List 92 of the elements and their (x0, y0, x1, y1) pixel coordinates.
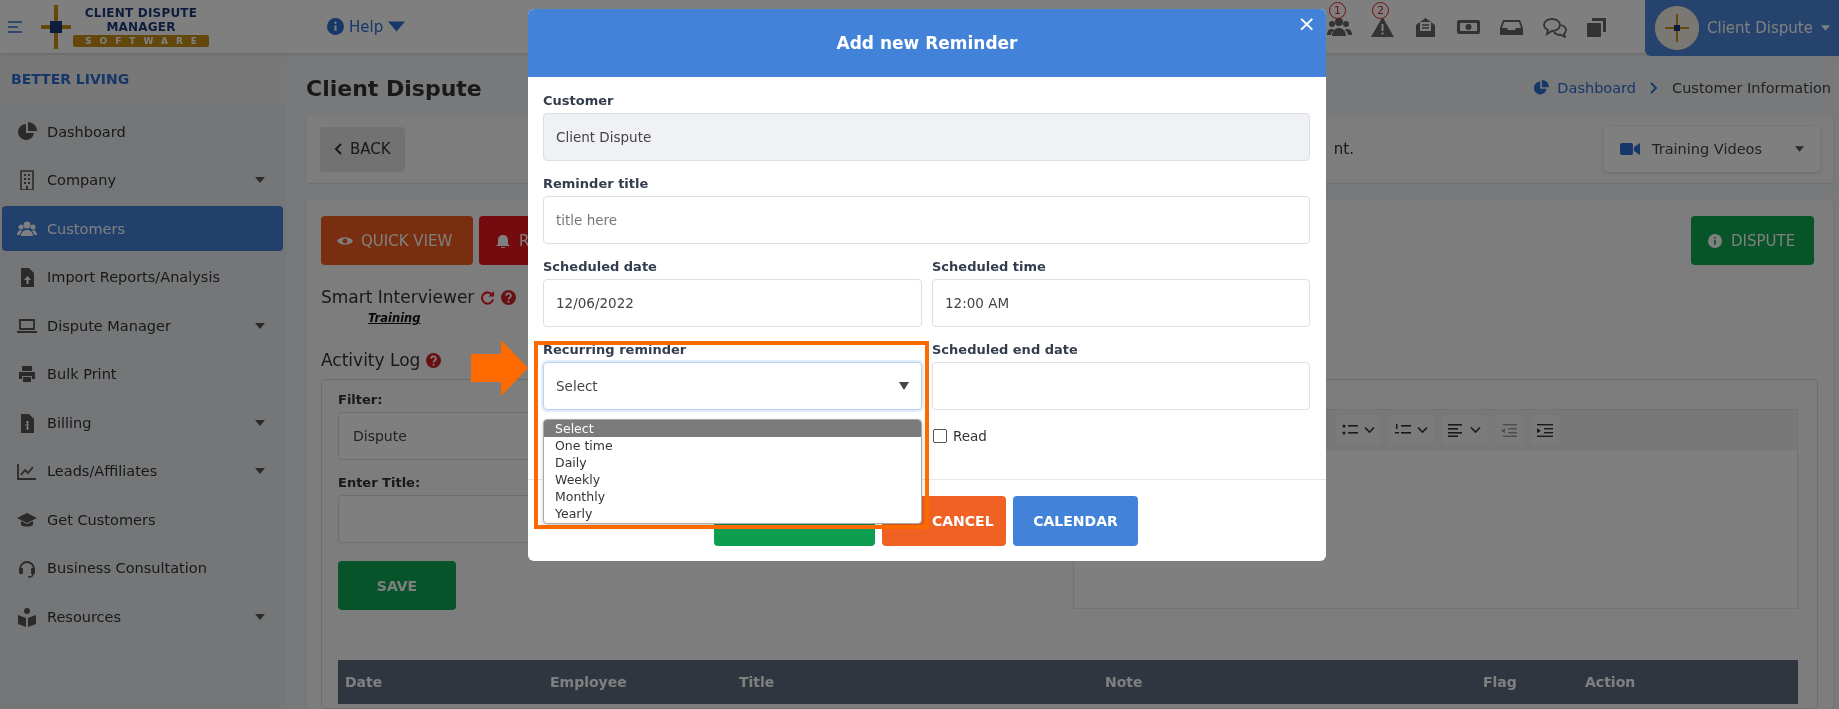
field-label: Scheduled time (932, 259, 1047, 274)
time-field[interactable]: 12:00 AM (932, 279, 1310, 327)
menu-icon[interactable] (8, 19, 22, 34)
notification-badge: 1 (1329, 1, 1346, 19)
user-menu[interactable]: Client Dispute (1645, 0, 1839, 56)
recurring-select[interactable]: Select (543, 362, 922, 410)
field-label: Filter: (338, 392, 383, 407)
pie-chart-icon (1533, 80, 1550, 97)
logo-text: CLIENT DISPUTE (84, 6, 198, 20)
end-date-field[interactable] (932, 362, 1310, 410)
book-reader-icon (17, 606, 37, 627)
chat-icon[interactable] (1542, 15, 1567, 38)
logo-band: SOFTWARE (73, 35, 209, 47)
sidebar-item[interactable]: Bulk Print (2, 351, 283, 397)
notification-badge: 2 (1372, 1, 1389, 19)
sidebar-item[interactable]: Billing (2, 400, 283, 445)
info-icon (1707, 233, 1723, 248)
caret-icon (1820, 25, 1830, 31)
envelope-icon[interactable] (1413, 15, 1438, 38)
building-icon (17, 170, 37, 190)
column-header: Note (1104, 674, 1144, 690)
calendar-button[interactable]: CALENDAR (1013, 495, 1138, 546)
title-field[interactable]: title here (543, 196, 1310, 244)
column-header: Flag (1482, 674, 1518, 690)
training-link[interactable]: Training (368, 311, 421, 325)
page-title: Client Dispute (306, 75, 482, 101)
chevron-down-icon[interactable] (1364, 426, 1375, 434)
dropdown-option[interactable]: One time (544, 437, 921, 454)
dropdown-option[interactable]: Weekly (544, 471, 921, 488)
bullet-list-icon[interactable] (1342, 423, 1358, 437)
field-label: Customer (543, 93, 615, 108)
sidebar-item[interactable]: Dispute Manager (2, 303, 283, 348)
checkbox[interactable] (933, 428, 947, 443)
sidebar-item[interactable]: Customers (2, 206, 283, 251)
date-field[interactable]: 12/06/2022 (543, 279, 922, 327)
field-label: Reminder title (543, 176, 650, 191)
chevron-right-icon (1650, 82, 1658, 95)
dispute-button[interactable]: DISPUTE (1691, 216, 1814, 265)
line-chart-icon (17, 461, 37, 481)
sidebar-item[interactable]: Business Consultation (2, 545, 283, 591)
headset-icon (17, 558, 37, 578)
caret-icon (899, 382, 909, 390)
sidebar-item[interactable]: Import Reports/Analysis (2, 254, 283, 300)
chevron-down-icon[interactable] (1417, 426, 1428, 434)
dialog-title: Add new Reminder (836, 33, 1018, 53)
sidebar-item[interactable]: Get Customers (2, 497, 283, 542)
field-label: Enter Title: (338, 475, 421, 490)
video-camera-icon (1620, 142, 1640, 157)
refresh-icon[interactable] (480, 289, 496, 305)
chevron-down-icon[interactable] (1470, 426, 1481, 434)
logo-text: MANAGER (106, 20, 176, 34)
section-title: Activity Log (321, 350, 421, 370)
outdent-icon[interactable] (1501, 423, 1517, 437)
column-header: Employee (549, 674, 628, 690)
sidebar-item[interactable]: Leads/Affiliates (2, 448, 283, 494)
breadcrumb-link[interactable]: Dashboard (1533, 80, 1636, 97)
arrow-icon (471, 340, 528, 396)
sidebar-item[interactable]: Resources (2, 594, 283, 639)
back-button[interactable]: BACK (320, 126, 405, 172)
breadcrumb-current: Customer Information (1672, 80, 1831, 97)
quick-view-button[interactable]: QUICK VIEW (321, 216, 473, 265)
checkbox-label: Read (953, 427, 987, 444)
align-left-icon[interactable] (1448, 423, 1464, 437)
bell-icon (495, 233, 511, 248)
column-header: Title (738, 674, 776, 690)
field-label: Recurring reminder (543, 342, 688, 357)
sidebar-item[interactable]: Company (2, 157, 283, 203)
help-icon[interactable] (501, 289, 517, 305)
pie-chart-icon (17, 121, 37, 142)
printer-icon (17, 364, 37, 384)
logo-emblem-icon (41, 4, 71, 49)
numbered-list-icon[interactable] (1395, 423, 1411, 437)
section-title: Smart Interviewer (321, 287, 475, 307)
training-videos-button[interactable]: Training Videos (1604, 126, 1820, 172)
caret-icon (1795, 146, 1804, 153)
info-icon (327, 18, 344, 35)
help-menu[interactable]: Help (327, 17, 406, 36)
column-header: Date (344, 674, 384, 690)
avatar-icon (1655, 6, 1699, 50)
organization-name: BETTER LIVING (0, 53, 286, 104)
sidebar-item[interactable]: Dashboard (2, 109, 283, 154)
dropdown-option[interactable]: Select (544, 420, 921, 437)
indent-icon[interactable] (1537, 423, 1553, 437)
caret-icon (388, 18, 406, 35)
field-label: Scheduled end date (932, 342, 1079, 357)
dropdown-option[interactable]: Daily (544, 454, 921, 471)
chevron-left-icon (334, 143, 342, 156)
close-button[interactable]: × (1293, 11, 1320, 36)
notice-text: nt. (1333, 140, 1354, 159)
help-icon[interactable] (426, 352, 442, 368)
column-header: Action (1584, 674, 1637, 690)
save-button[interactable]: SAVE (338, 561, 456, 610)
